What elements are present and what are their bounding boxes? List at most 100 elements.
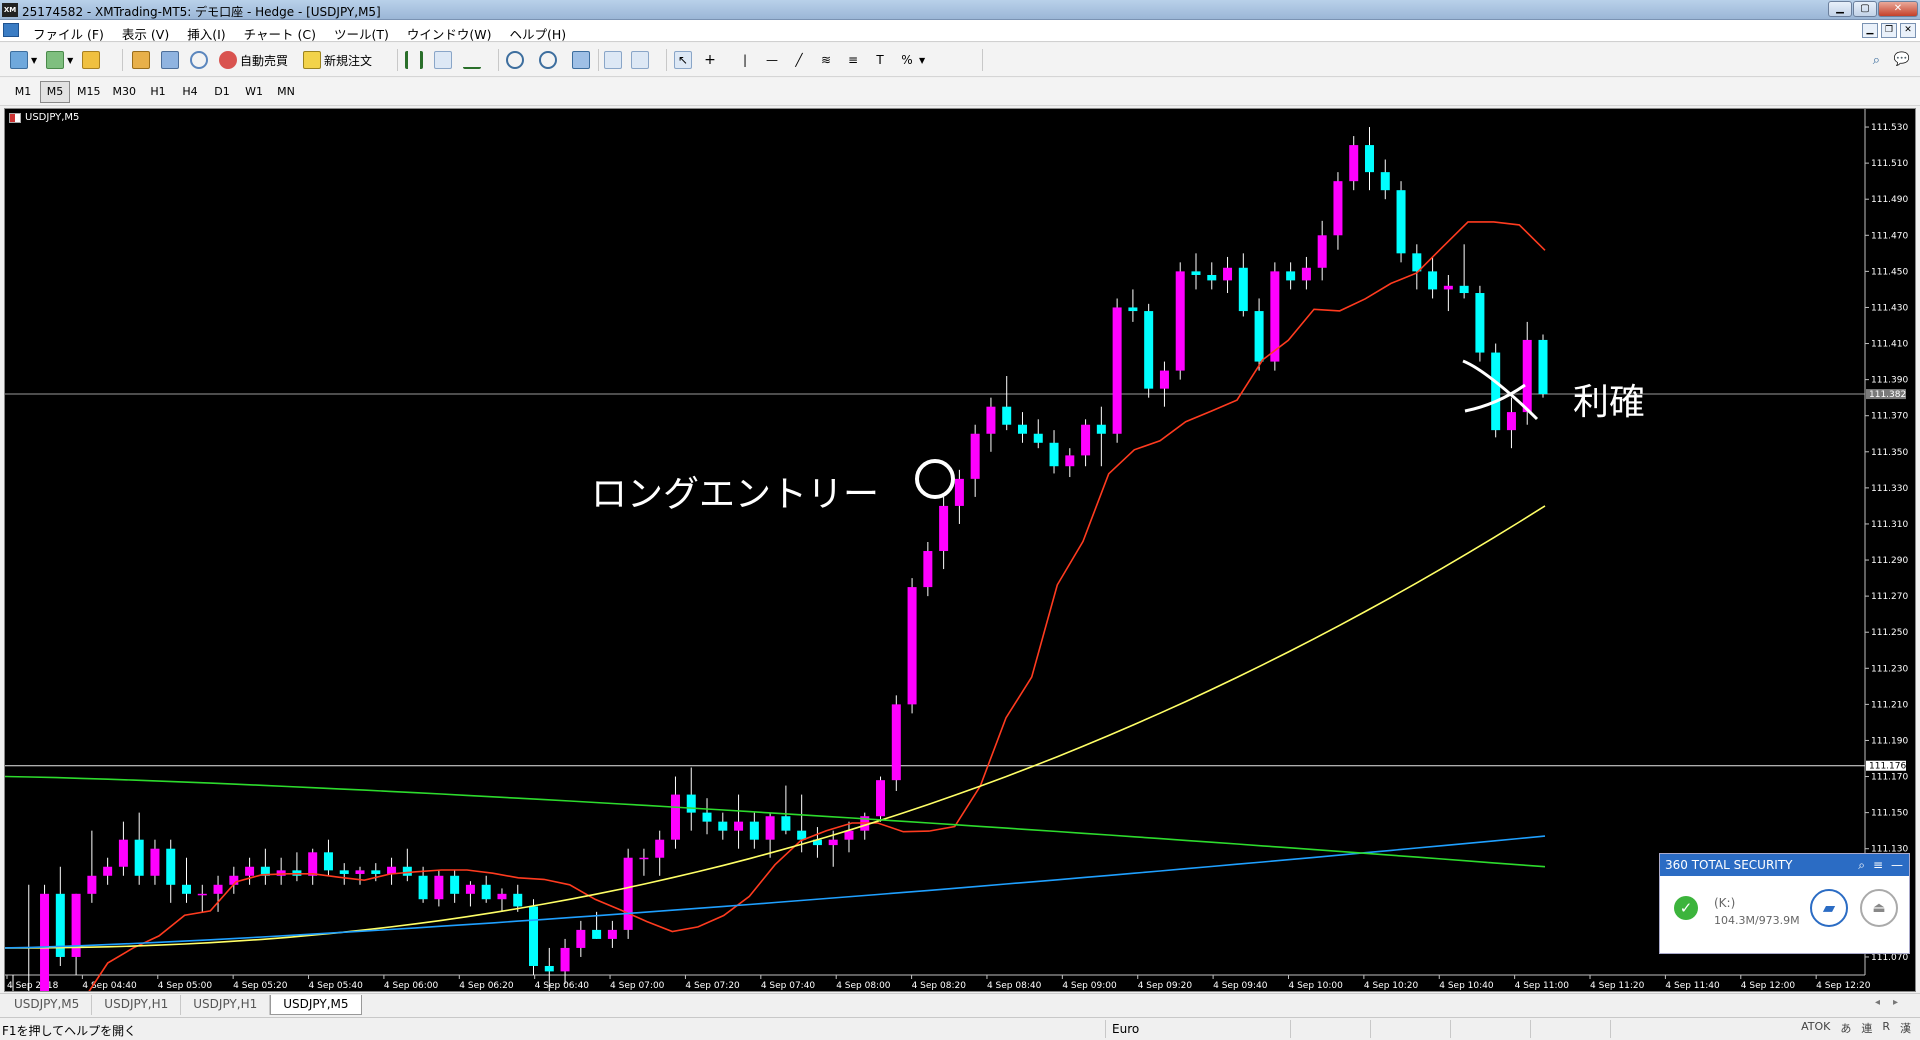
- timeframe-h1[interactable]: H1: [143, 81, 173, 103]
- shapes-icon[interactable]: %: [898, 51, 916, 69]
- fibonacci-icon[interactable]: ≋: [817, 51, 835, 69]
- auto-trading-button[interactable]: 自動売買: [240, 52, 288, 69]
- candlestick-chart-icon[interactable]: [434, 51, 452, 69]
- trendline-icon[interactable]: ╱: [790, 51, 808, 69]
- candle-body: [686, 794, 696, 813]
- toolbar-separator: [122, 49, 123, 71]
- price-chart[interactable]: 111.530 111.510 111.490 111.470 111.450 111.4…: [5, 109, 1915, 991]
- chart-window[interactable]: 111.530 111.510 111.490 111.470 111.450 111.4…: [4, 108, 1916, 992]
- text-tool-icon[interactable]: T: [871, 51, 889, 69]
- signals-icon[interactable]: [190, 51, 208, 69]
- ime-atok[interactable]: ATOK: [1798, 1019, 1833, 1037]
- x-tick-label: 4 Sep 12:00: [1741, 981, 1796, 991]
- tab-usdjpy-h1[interactable]: USDJPY,H1: [92, 995, 182, 1015]
- candle-body: [1428, 271, 1438, 290]
- x-tick-label: 4 Sep 09:20: [1138, 981, 1193, 991]
- menu-help[interactable]: ヘルプ(H): [501, 20, 576, 42]
- tab-scroll-left-icon[interactable]: ◂: [1875, 997, 1880, 1008]
- mdi-restore-button[interactable]: ❐: [1881, 23, 1897, 38]
- widget-header-icons: ⌕ ≡ —: [1858, 854, 1903, 876]
- minimize-icon[interactable]: —: [1891, 854, 1903, 876]
- menu-view[interactable]: 表示 (V): [113, 20, 178, 42]
- close-button[interactable]: ✕: [1878, 1, 1918, 17]
- toolbar-separator: [397, 49, 398, 71]
- timeframe-w1[interactable]: W1: [239, 81, 269, 103]
- candle-body: [781, 816, 791, 831]
- dropdown-arrow-icon[interactable]: ▼: [919, 56, 925, 65]
- new-order-icon[interactable]: [303, 51, 322, 69]
- maximize-button[interactable]: ▢: [1853, 1, 1877, 17]
- menu-file[interactable]: ファイル (F): [24, 20, 113, 42]
- bar-chart-icon[interactable]: [405, 51, 423, 69]
- dropdown-arrow-icon[interactable]: ▼: [67, 56, 73, 65]
- mdi-minimize-button[interactable]: ▁: [1862, 23, 1878, 38]
- vertical-line-icon[interactable]: |: [736, 51, 754, 69]
- ime-kanji[interactable]: 漢: [1897, 1019, 1914, 1037]
- horizontal-line-icon[interactable]: —: [763, 51, 781, 69]
- timeframe-d1[interactable]: D1: [207, 81, 237, 103]
- menu-insert[interactable]: 挿入(I): [178, 20, 234, 42]
- search-icon[interactable]: ⌕: [1873, 53, 1880, 68]
- y-tick-label: 111.510: [1871, 159, 1908, 169]
- cursor-icon[interactable]: ↖: [674, 51, 692, 69]
- new-order-button[interactable]: 新規注文: [324, 52, 372, 69]
- ime-hiragana[interactable]: あ: [1837, 1019, 1854, 1037]
- candle-body: [765, 816, 775, 840]
- candle-body: [970, 433, 980, 479]
- timeframe-m1[interactable]: M1: [8, 81, 38, 103]
- tab-usdjpy-h1-2[interactable]: USDJPY,H1: [181, 995, 271, 1015]
- timeframe-m15[interactable]: M15: [72, 81, 106, 103]
- data-window-icon[interactable]: [161, 51, 179, 69]
- y-tick-label: 111.190: [1871, 736, 1908, 746]
- market-watch-icon[interactable]: [132, 51, 150, 69]
- price-line-tag-label: 111.382: [1869, 390, 1906, 400]
- ime-ren[interactable]: 連: [1858, 1019, 1875, 1037]
- channel-icon[interactable]: ≡: [844, 51, 862, 69]
- menu-icon[interactable]: ≡: [1873, 854, 1883, 876]
- timeframe-m30[interactable]: M30: [108, 81, 142, 103]
- candle-body: [434, 875, 444, 900]
- y-tick-label: 111.490: [1871, 195, 1908, 205]
- tab-scroll-right-icon[interactable]: ▸: [1893, 997, 1898, 1008]
- candle-body: [1112, 307, 1122, 434]
- y-tick-label: 111.350: [1871, 448, 1908, 458]
- menu-chart[interactable]: チャート (C): [235, 20, 325, 42]
- toolbar-separator: [982, 49, 983, 71]
- ime-r[interactable]: R: [1879, 1019, 1893, 1037]
- navigator-icon[interactable]: [82, 51, 101, 69]
- mdi-close-button[interactable]: ✕: [1900, 23, 1916, 38]
- timeframe-mn[interactable]: MN: [271, 81, 301, 103]
- dropdown-arrow-icon[interactable]: ▼: [31, 56, 37, 65]
- minimize-button[interactable]: ▁: [1828, 1, 1852, 17]
- candle-body: [1223, 267, 1233, 281]
- profiles-icon[interactable]: [46, 51, 65, 69]
- crosshair-icon[interactable]: +: [701, 51, 719, 69]
- eject-button[interactable]: ⏏: [1860, 889, 1898, 927]
- tab-usdjpy-m5-active[interactable]: USDJPY,M5: [270, 995, 362, 1015]
- auto-scroll-icon[interactable]: [604, 51, 622, 69]
- candle-body: [1349, 145, 1359, 182]
- toolbar-separator: [598, 49, 599, 71]
- zoom-in-icon[interactable]: [506, 51, 524, 69]
- chart-window-icon[interactable]: [3, 23, 19, 37]
- auto-trading-icon[interactable]: [219, 51, 237, 69]
- timeframe-m5[interactable]: M5: [40, 81, 70, 103]
- chart-shift-icon[interactable]: [631, 51, 649, 69]
- zoom-out-icon[interactable]: [539, 51, 557, 69]
- search-icon[interactable]: ⌕: [1858, 854, 1865, 876]
- status-divider: [1450, 1020, 1451, 1038]
- menu-window[interactable]: ウインドウ(W): [398, 20, 501, 42]
- menu-tools[interactable]: ツール(T): [325, 20, 398, 42]
- candle-body: [607, 929, 617, 939]
- tab-usdjpy-m5[interactable]: USDJPY,M5: [2, 995, 93, 1015]
- timeframe-h4[interactable]: H4: [175, 81, 205, 103]
- candle-body: [402, 866, 412, 876]
- security-widget: 360 TOTAL SECURITY ⌕ ≡ — ✓ (K:) 104.3M/9…: [1659, 853, 1910, 954]
- line-chart-icon[interactable]: [463, 51, 481, 69]
- chat-icon[interactable]: 💬: [1894, 52, 1910, 67]
- tile-windows-icon[interactable]: [572, 51, 590, 69]
- new-chart-icon[interactable]: [10, 51, 28, 69]
- y-tick-label: 111.390: [1871, 376, 1908, 386]
- take-profit-annotation: 利確: [1573, 382, 1646, 423]
- open-folder-button[interactable]: ▰: [1810, 889, 1848, 927]
